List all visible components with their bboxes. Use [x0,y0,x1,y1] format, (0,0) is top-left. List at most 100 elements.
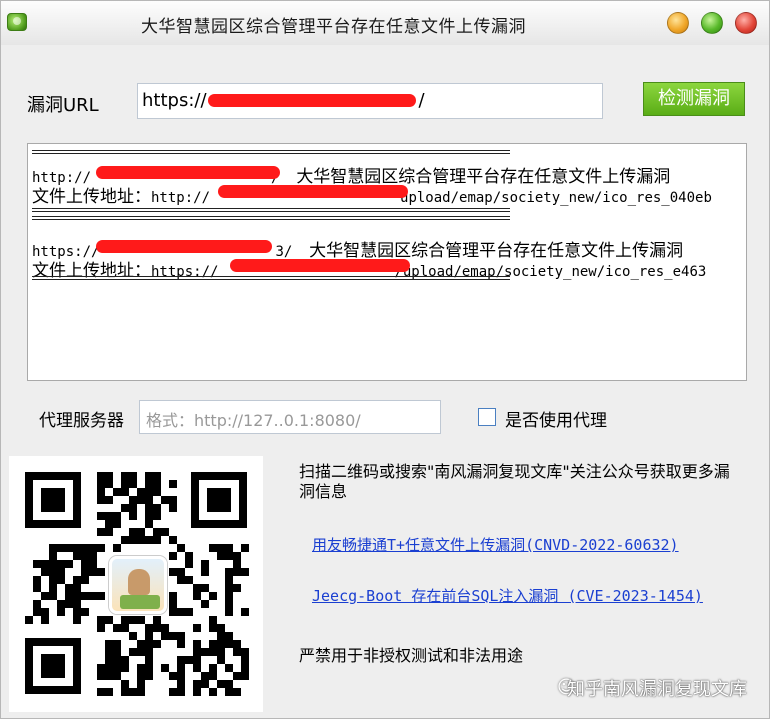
qr-module [153,472,161,480]
qr-module [201,680,209,688]
qr-module [65,584,73,592]
qr-module [161,496,169,504]
qr-module [73,576,81,584]
qr-module [105,672,113,680]
qr-module [161,528,169,536]
qr-module [217,624,225,632]
maximize-button[interactable] [701,12,723,34]
qr-module [105,528,113,536]
qr-module [153,624,161,632]
separator [32,208,510,212]
qr-module [225,552,233,560]
qr-module [209,616,217,624]
qr-module [233,688,241,696]
qr-module [145,504,153,512]
qr-module [153,480,161,488]
qr-module [217,640,225,648]
qr-module [33,584,41,592]
separator [32,216,510,220]
qr-module [73,592,81,600]
qr-module [241,544,249,552]
qr-module [137,688,145,696]
qr-module [97,544,105,552]
qr-module [193,624,201,632]
qr-module [145,488,153,496]
redaction-mark [96,166,280,179]
link-yonyou-vuln[interactable]: 用友畅捷通T+任意文件上传漏洞(CNVD-2022-60632) [312,534,679,555]
qr-module [73,584,81,592]
qr-module [105,472,113,480]
qr-module [209,688,217,696]
minimize-button[interactable] [667,12,689,34]
qr-module [169,480,177,488]
qr-module [49,568,57,576]
qr-module [137,496,145,504]
qr-module [121,680,129,688]
qr-module [137,528,145,536]
qr-module [201,648,209,656]
qr-module [121,504,129,512]
detect-vuln-button[interactable]: 检测漏洞 [643,82,745,116]
qr-module [97,592,105,600]
qr-module [129,648,137,656]
qr-module [97,624,105,632]
qr-module [113,624,121,632]
qr-module [145,664,153,672]
qr-module [193,640,201,648]
qr-module [97,664,105,672]
qr-module [33,576,41,584]
qr-module [65,560,73,568]
url-label: 漏洞URL [27,95,99,116]
qr-module [137,680,145,688]
qr-module [225,568,233,576]
url-input[interactable]: https:// / [137,83,603,119]
qr-module [113,672,121,680]
qr-module [193,656,201,664]
qr-module [129,632,137,640]
proxy-input[interactable]: 格式：http://127..0.1:8080/ [139,400,441,434]
app-window: 大华智慧园区综合管理平台存在任意文件上传漏洞 漏洞URL https:// / 检… [0,0,770,719]
qr-module [97,480,105,488]
qr-module [177,576,185,584]
qr-module [81,552,89,560]
qr-finder [25,638,81,694]
qr-module [225,600,233,608]
qr-module [145,640,153,648]
qr-module [113,488,121,496]
qr-module [241,648,249,656]
qr-module [121,664,129,672]
qr-module [217,632,225,640]
qr-module [89,592,97,600]
qr-module [201,600,209,608]
qr-finder [191,472,247,528]
qr-module [49,560,57,568]
qr-module [49,592,57,600]
qr-module [97,568,105,576]
qr-module [65,544,73,552]
title-bar[interactable]: 大华智慧园区综合管理平台存在任意文件上传漏洞 [1,1,769,45]
qr-module [129,480,137,488]
qr-module [225,592,233,600]
qr-module [169,536,177,544]
result-output[interactable]: http:/// 大华智慧园区综合管理平台存在任意文件上传漏洞 文件上传地址：h… [27,143,747,381]
qr-module [225,632,233,640]
qr-module [121,480,129,488]
qr-module [177,640,185,648]
qr-module [169,632,177,640]
qr-module [129,536,137,544]
qr-module [225,664,233,672]
link-jeecg-vuln[interactable]: Jeecg-Boot 存在前台SQL注入漏洞 (CVE-2023-1454) [312,585,703,606]
qr-module [137,672,145,680]
qr-module [57,576,65,584]
url-suffix: / [418,90,425,111]
qr-module [57,560,65,568]
use-proxy-checkbox[interactable] [478,408,496,426]
qr-module [201,584,209,592]
qr-module [169,504,177,512]
qr-module [241,656,249,664]
qr-module [97,616,105,624]
close-button[interactable] [735,12,757,34]
qr-module [217,680,225,688]
qr-module [41,560,49,568]
qr-module [33,600,41,608]
